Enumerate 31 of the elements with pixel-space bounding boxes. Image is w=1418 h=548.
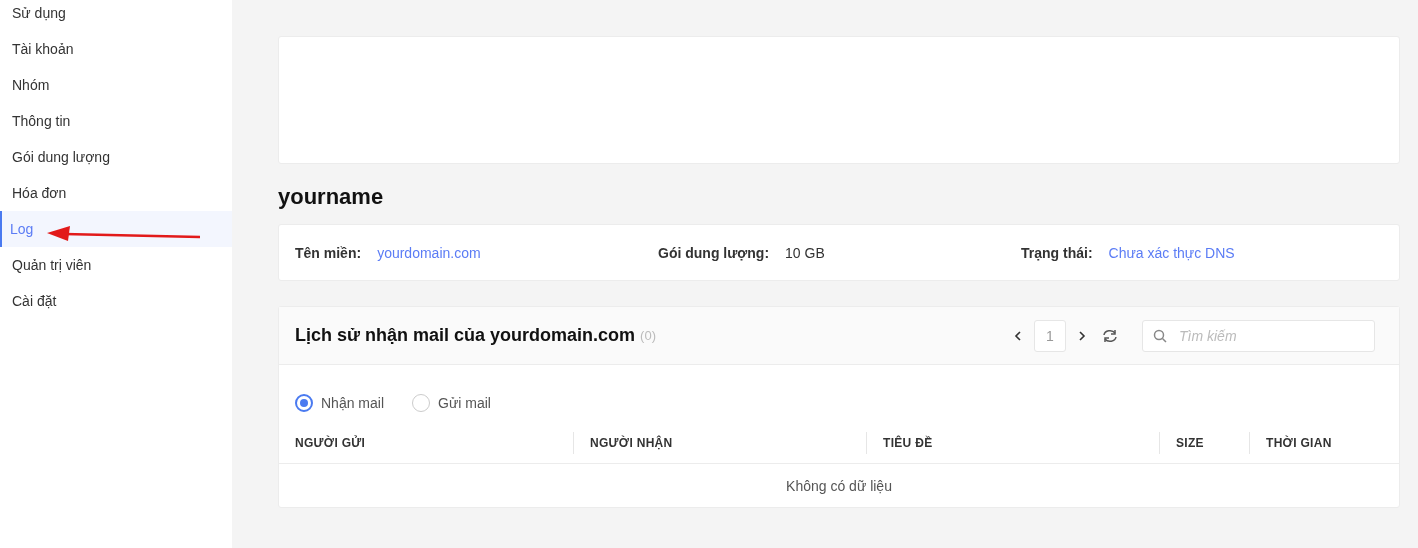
sidebar-item[interactable]: Sử dụng — [0, 0, 232, 31]
column-header: NGƯỜI GỬI — [294, 434, 367, 452]
search-icon — [1153, 328, 1167, 343]
chevron-right-icon — [1078, 329, 1086, 342]
column-header: TIÊU ĐỀ — [866, 432, 1159, 454]
sidebar-item[interactable]: Gói dung lượng — [0, 139, 232, 175]
sidebar-item[interactable]: Nhóm — [0, 67, 232, 103]
search-field[interactable]: Tìm kiếm — [1142, 319, 1375, 352]
empty-message: Không có dữ liệu — [786, 477, 892, 494]
field-label: Trạng thái: — [1021, 244, 1093, 261]
sidebar-item[interactable]: Thông tin — [0, 103, 232, 139]
field-link[interactable]: Chưa xác thực DNS — [1108, 244, 1235, 261]
page-title: yourname — [278, 184, 385, 210]
log-title: Lịch sử nhận mail của yourdomain.com — [295, 325, 636, 346]
radio-option[interactable]: Nhận mail — [295, 383, 385, 423]
sidebar-item[interactable]: Tài khoản — [0, 31, 232, 67]
column-header: THỜI GIAN — [1249, 432, 1399, 454]
field-link[interactable]: yourdomain.com — [377, 244, 481, 261]
column-header: NGƯỜI NHẬN — [573, 432, 866, 454]
field-value: 10 GB — [785, 244, 825, 261]
sidebar-item[interactable]: Log — [0, 211, 232, 247]
field-label: Tên miền: — [295, 244, 362, 261]
chevron-left-icon — [1014, 329, 1022, 342]
sidebar-item[interactable]: Quản trị viên — [0, 247, 232, 283]
sidebar-item[interactable]: Hóa đơn — [0, 175, 232, 211]
sidebar-item[interactable]: Cài đặt — [0, 283, 232, 319]
radio-option[interactable]: Gửi mail — [412, 383, 491, 423]
refresh-icon — [1102, 328, 1118, 343]
field-label: Gói dung lượng: — [658, 244, 770, 261]
column-header: SIZE — [1159, 432, 1249, 454]
log-count: (0) — [640, 328, 657, 343]
